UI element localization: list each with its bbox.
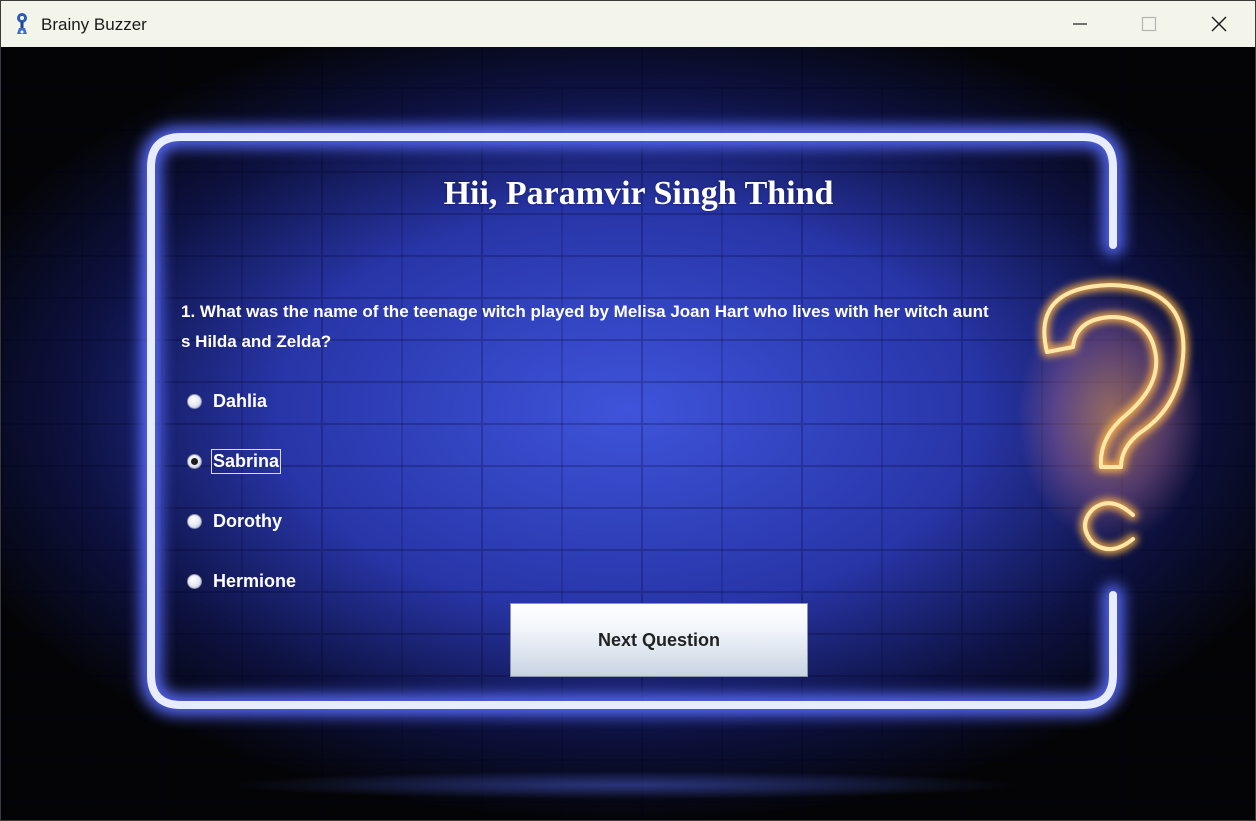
close-icon [1211,16,1227,32]
option-dorothy[interactable]: Dorothy [186,509,283,533]
option-dahlia[interactable]: Dahlia [186,389,268,413]
app-window: Brainy Buzzer Hii, Paramvir Singh Thind … [0,0,1256,821]
minimize-icon [1073,23,1087,25]
radio-button[interactable] [187,513,202,529]
title-bar[interactable]: Brainy Buzzer [1,1,1255,47]
option-label[interactable]: Sabrina [210,448,282,474]
next-question-button[interactable]: Next Question [510,603,808,677]
close-button[interactable] [1184,1,1254,47]
radio-button[interactable] [187,573,202,589]
radio-button[interactable] [187,393,202,409]
greeting-heading: Hii, Paramvir Singh Thind [443,175,834,212]
option-label[interactable]: Dahlia [212,390,268,413]
option-sabrina[interactable]: Sabrina [186,448,282,474]
app-icon [17,13,27,34]
option-hermione[interactable]: Hermione [186,569,297,593]
maximize-button[interactable] [1114,1,1184,47]
maximize-icon [1141,16,1157,32]
radio-button-selected[interactable] [187,453,202,469]
question-mark-icon [1039,280,1189,554]
question-text: 1. What was the name of the teenage witc… [181,302,989,351]
window-title: Brainy Buzzer [41,15,147,34]
option-label[interactable]: Dorothy [212,510,283,533]
minimize-button[interactable] [1045,1,1115,47]
option-label[interactable]: Hermione [212,570,297,593]
quiz-panel: Hii, Paramvir Singh Thind 1. What was th… [1,47,1255,820]
